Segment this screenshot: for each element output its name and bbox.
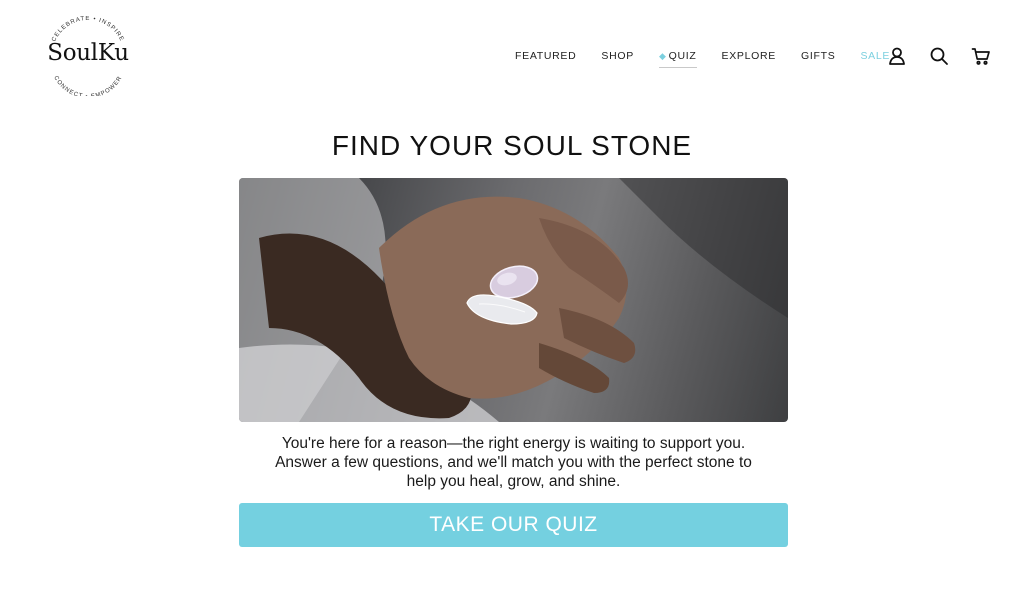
nav-quiz[interactable]: ◆ QUIZ (658, 48, 697, 68)
site-header: CELEBRATE • INSPIRE CONNECT • EMPOWER So… (0, 0, 1024, 112)
main-nav: FEATURED SHOP ◆ QUIZ EXPLORE GIFTS SALE (515, 48, 915, 68)
description-line-1: You're here for a reason—the right energ… (281, 435, 746, 452)
search-icon[interactable] (928, 45, 950, 67)
nav-quiz-label: QUIZ (668, 50, 697, 62)
cart-icon[interactable] (970, 45, 992, 67)
quiz-description: You're here for a reason—the right energ… (239, 434, 788, 491)
page-title: FIND YOUR SOUL STONE (331, 130, 693, 161)
take-quiz-button[interactable]: TAKE OUR QUIZ (239, 503, 788, 547)
gem-icon: ◆ (658, 51, 667, 61)
nav-featured[interactable]: FEATURED (515, 48, 576, 64)
nav-gifts[interactable]: GIFTS (801, 48, 835, 64)
logo-ring-top: CELEBRATE • INSPIRE (51, 16, 123, 43)
nav-shop[interactable]: SHOP (601, 48, 634, 64)
svg-text:CONNECT • EMPOWER: CONNECT • EMPOWER (52, 75, 124, 96)
hands-with-crystals-illustration (239, 178, 788, 422)
logo-ring-bottom: CONNECT • EMPOWER (52, 75, 123, 96)
svg-text:CELEBRATE • INSPIRE: CELEBRATE • INSPIRE (51, 16, 124, 43)
brand-name: SoulKu (47, 40, 129, 66)
account-icon[interactable] (886, 45, 908, 67)
description-line-3: help you heal, grow, and shine. (406, 473, 621, 490)
brand-logo[interactable]: CELEBRATE • INSPIRE CONNECT • EMPOWER So… (38, 16, 138, 96)
description-line-2: Answer a few questions, and we'll match … (275, 454, 752, 471)
nav-explore[interactable]: EXPLORE (722, 48, 777, 64)
hero-image (239, 178, 788, 422)
